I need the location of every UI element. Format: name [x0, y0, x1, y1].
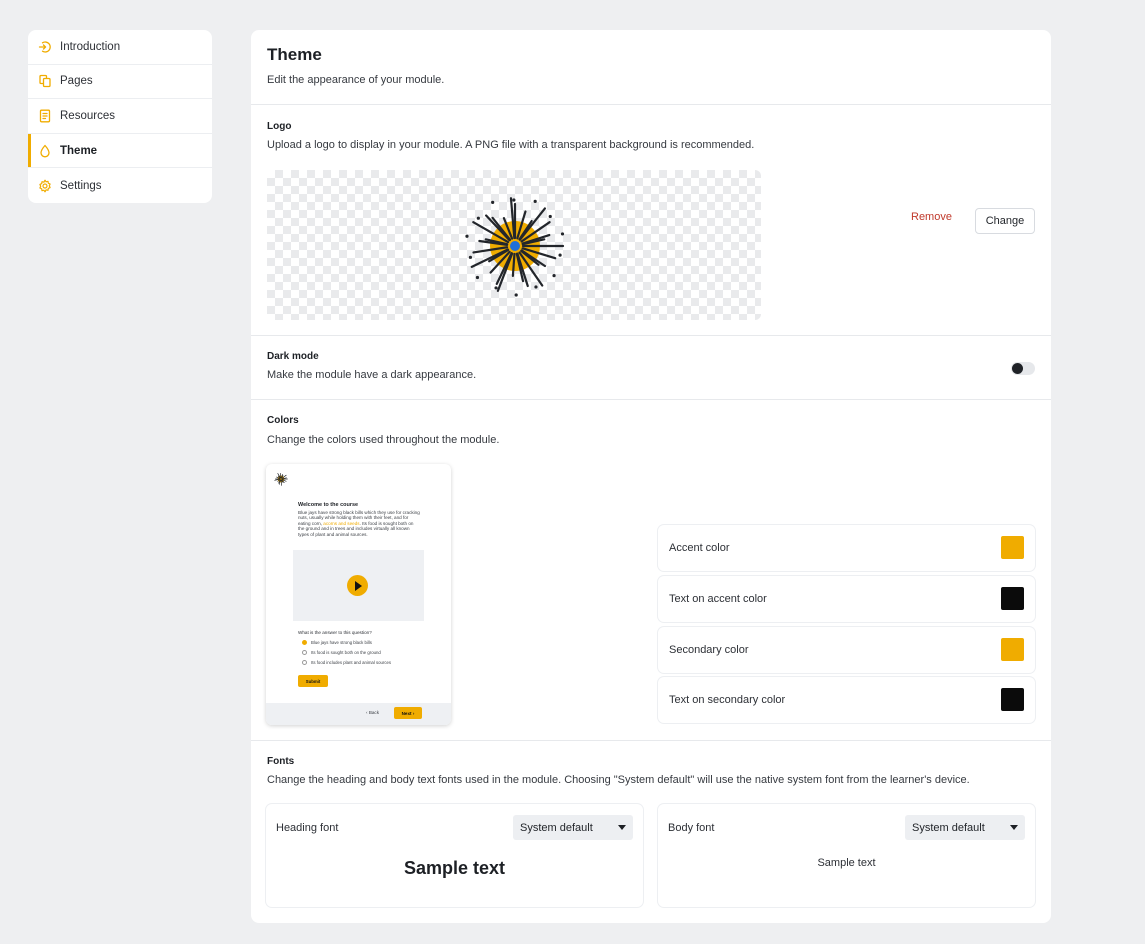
sidebar-item-theme[interactable]: Theme — [28, 133, 212, 169]
preview-back-button: ‹ Back — [366, 710, 380, 715]
document-icon — [38, 109, 52, 123]
logo-dot — [514, 293, 518, 297]
dark-mode-toggle[interactable] — [1011, 362, 1035, 375]
preview-body-link: acorns and seeds — [323, 520, 360, 526]
preview-title: Welcome to the course — [298, 502, 359, 508]
preview-video — [293, 550, 424, 621]
preview-next-label: Next — [401, 710, 412, 716]
page-subtitle: Edit the appearance of your module. — [267, 74, 445, 86]
sidebar-item-introduction[interactable]: Introduction — [28, 30, 212, 65]
theme-header: Theme Edit the appearance of your module… — [251, 30, 1051, 105]
heading-font-sample: Sample text — [403, 858, 506, 878]
heading-font-select[interactable]: System default — [513, 815, 633, 840]
colors-heading: Colors — [267, 415, 299, 426]
secondary-color-row[interactable]: Secondary color — [658, 627, 1035, 673]
color-label: Text on secondary color — [669, 694, 786, 706]
sidebar-item-label: Introduction — [60, 40, 121, 53]
sidebar-item-label: Resources — [60, 109, 115, 122]
fonts-heading: Fonts — [267, 756, 295, 767]
page-title: Theme — [267, 45, 322, 64]
play-icon — [347, 575, 368, 596]
preview-option: Its food includes plant and animal sourc… — [302, 660, 391, 665]
logo-dot — [560, 232, 565, 236]
secondary-color-swatch[interactable] — [1001, 638, 1024, 661]
text-on-secondary-color-row[interactable]: Text on secondary color — [658, 677, 1035, 723]
preview-option: Its food is sought both on the ground — [302, 650, 381, 655]
sidebar-item-label: Pages — [60, 75, 93, 88]
logo-dot — [548, 214, 552, 219]
radio-icon — [302, 650, 307, 655]
firework-logo-image — [465, 197, 565, 297]
preview-option-label: Its food includes plant and animal sourc… — [311, 660, 392, 665]
radio-selected-icon — [302, 640, 307, 645]
dark-mode-section: Dark mode Make the module have a dark ap… — [251, 336, 1051, 400]
logo-dot — [558, 253, 562, 257]
droplet-icon — [38, 144, 52, 158]
preview-footer: ‹ Back Next › — [266, 703, 451, 725]
fonts-description: Change the heading and body text fonts u… — [267, 774, 970, 786]
heading-font-card: Heading font System default Sample text — [266, 804, 643, 907]
theme-panel: Theme Edit the appearance of your module… — [251, 30, 1051, 923]
gear-icon — [38, 179, 52, 193]
logo-dot — [476, 216, 480, 220]
fonts-section: Fonts Change the heading and body text f… — [251, 741, 1051, 923]
preview-next-button: Next › — [394, 707, 422, 719]
sidebar-item-label: Settings — [60, 179, 102, 192]
heading-font-label: Heading font — [276, 822, 339, 834]
remove-logo-button[interactable]: Remove — [911, 211, 952, 223]
accent-color-swatch[interactable] — [1001, 536, 1024, 559]
text-on-accent-color-row[interactable]: Text on accent color — [658, 576, 1035, 622]
preview-option-label: Its food is sought both on the ground — [311, 650, 381, 655]
radio-icon — [302, 660, 307, 665]
sidebar-nav: Introduction Pages Resources Theme Setti… — [28, 30, 212, 203]
body-font-label: Body font — [668, 822, 715, 834]
accent-color-row[interactable]: Accent color — [658, 525, 1035, 571]
logo-ray — [511, 252, 516, 278]
enter-icon — [38, 40, 52, 54]
logo-dot — [533, 199, 537, 203]
logo-description: Upload a logo to display in your module.… — [267, 139, 755, 151]
preview-option: Blue jays have strong black bills — [302, 640, 372, 645]
colors-description: Change the colors used throughout the mo… — [267, 434, 500, 446]
logo-dot — [468, 255, 473, 259]
body-font-card: Body font System default Sample text — [658, 804, 1035, 907]
logo-dot — [494, 286, 498, 290]
preview-body-text: Blue jays have strong black bills which … — [298, 510, 420, 537]
body-font-sample: Sample text — [817, 857, 876, 869]
logo-dot — [475, 275, 480, 280]
pages-icon — [38, 74, 52, 88]
dark-mode-heading: Dark mode — [267, 351, 319, 362]
dark-mode-description: Make the module have a dark appearance. — [267, 369, 477, 381]
text-on-accent-color-swatch[interactable] — [1001, 587, 1024, 610]
logo-dot — [534, 285, 538, 289]
logo-dot — [552, 274, 556, 278]
sidebar-item-pages[interactable]: Pages — [28, 65, 212, 100]
body-font-select[interactable]: System default — [905, 815, 1025, 840]
logo-dot — [491, 200, 495, 204]
preview-question: What is the answer to this question? — [298, 630, 372, 635]
toggle-knob — [1012, 363, 1023, 374]
logo-dot — [465, 234, 469, 238]
sidebar-item-settings[interactable]: Settings — [28, 168, 212, 203]
preview-submit-button: Submit — [298, 675, 328, 687]
logo-section: Logo Upload a logo to display in your mo… — [251, 105, 1051, 336]
colors-section: Colors Change the colors used throughout… — [251, 400, 1051, 741]
text-on-secondary-color-swatch[interactable] — [1001, 688, 1024, 711]
logo-preview — [267, 170, 761, 320]
color-label: Accent color — [669, 542, 730, 554]
sidebar-item-label: Theme — [60, 144, 98, 157]
preview-back-label: Back — [368, 710, 380, 715]
logo-dot — [512, 198, 516, 202]
module-preview-card: Welcome to the course Blue jays have str… — [266, 464, 451, 725]
preview-logo-image — [274, 473, 288, 486]
color-label: Text on accent color — [669, 593, 767, 605]
logo-heading: Logo — [267, 121, 292, 132]
preview-option-label: Blue jays have strong black bills — [311, 640, 372, 645]
sidebar-item-resources[interactable]: Resources — [28, 99, 212, 134]
change-logo-button[interactable]: Change — [975, 208, 1035, 234]
color-label: Secondary color — [669, 644, 749, 656]
